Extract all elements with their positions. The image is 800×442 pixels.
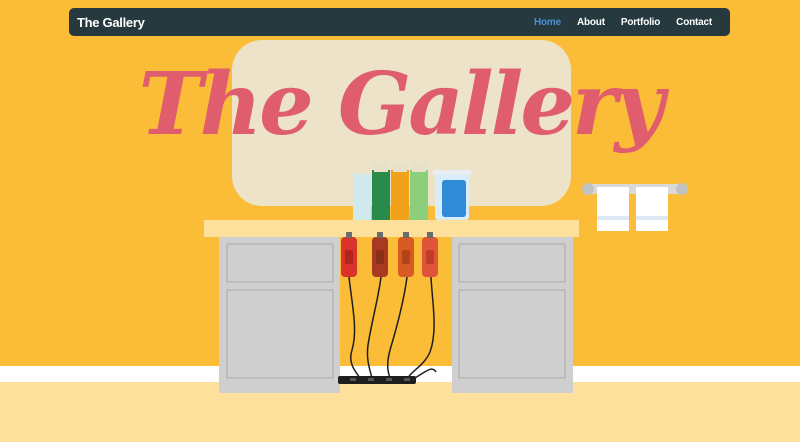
hair-clippers-icon [341, 232, 438, 277]
navbar: The Gallery Home About Portfolio Contact [69, 8, 730, 36]
vanity-cabinet-icon [219, 237, 573, 393]
brand-logo[interactable]: The Gallery [77, 15, 145, 30]
nav-link-home[interactable]: Home [526, 17, 569, 28]
hero-title: The Gallery [138, 54, 665, 155]
nav-links: Home About Portfolio Contact [526, 17, 720, 28]
towel-rack-icon [582, 183, 688, 231]
nav-link-about[interactable]: About [569, 17, 613, 28]
nav-link-contact[interactable]: Contact [668, 17, 720, 28]
power-strip-icon [338, 376, 416, 384]
cords [348, 276, 437, 379]
jar-icon [433, 170, 471, 220]
counter-top [204, 220, 579, 237]
nav-link-portfolio[interactable]: Portfolio [613, 17, 668, 28]
